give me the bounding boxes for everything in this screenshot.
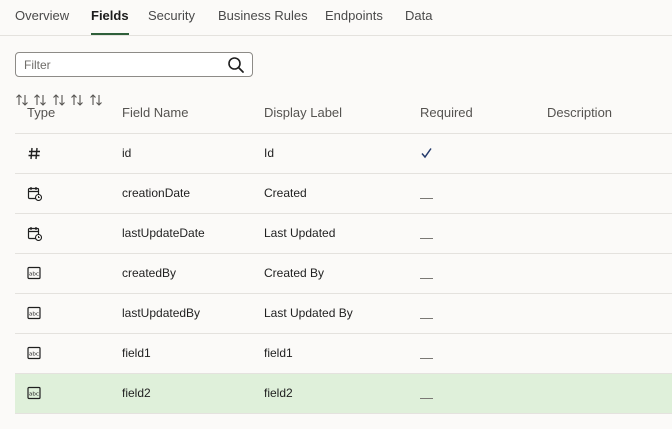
datetime-icon [27, 226, 43, 242]
column-header-type[interactable]: Type [27, 93, 55, 133]
filter-box [15, 52, 253, 77]
svg-text:abc: abc [29, 352, 39, 358]
field-name-cell: creationDate [122, 186, 191, 200]
table-row[interactable]: lastUpdateDate Last Updated [15, 214, 672, 254]
column-header-display-label-label: Display Label [264, 105, 343, 120]
tab-bar: Overview Fields Security Business Rules … [0, 0, 672, 36]
required-cell [420, 294, 440, 333]
required-cell [420, 254, 440, 293]
string-icon: abc [27, 346, 42, 361]
column-header-field-name[interactable]: Field Name [122, 93, 188, 133]
table-row[interactable]: creationDate Created [15, 174, 672, 214]
column-header-display-label[interactable]: Display Label [264, 93, 342, 133]
required-cell [420, 174, 440, 213]
column-header-description-label: Description [547, 105, 613, 120]
required-cell [420, 214, 440, 253]
tab-fields[interactable]: Fields [91, 0, 129, 35]
not-required-dash [420, 358, 433, 359]
svg-text:abc: abc [29, 312, 39, 318]
display-label-cell: Id [264, 146, 275, 160]
field-name-cell: id [122, 146, 132, 160]
search-icon[interactable] [227, 56, 245, 74]
string-icon: abc [27, 386, 42, 401]
display-label-cell: field1 [264, 346, 293, 360]
column-header-type-label: Type [27, 105, 56, 120]
tab-business-rules[interactable]: Business Rules [218, 0, 308, 34]
table-row-selected[interactable]: abc field2 field2 [15, 374, 672, 414]
table-row[interactable]: id Id [15, 134, 672, 174]
column-header-field-name-label: Field Name [122, 105, 189, 120]
table-row[interactable]: abc createdBy Created By [15, 254, 672, 294]
display-label-cell: Last Updated [264, 226, 336, 240]
tab-overview[interactable]: Overview [15, 0, 69, 34]
tab-endpoints[interactable]: Endpoints [325, 0, 383, 34]
not-required-dash [420, 278, 433, 279]
not-required-dash [420, 238, 433, 239]
display-label-cell: field2 [264, 386, 293, 400]
not-required-dash [420, 318, 433, 319]
sort-icon[interactable] [89, 94, 103, 111]
svg-text:abc: abc [29, 392, 39, 398]
display-label-cell: Created [264, 186, 307, 200]
column-header-description[interactable]: Description [547, 93, 612, 133]
sort-icon[interactable] [70, 94, 88, 111]
field-name-cell: field1 [122, 346, 151, 360]
not-required-dash [420, 398, 433, 399]
column-header-required-label: Required [420, 105, 473, 120]
table-header: Type Field Name Display Label Required D… [15, 93, 672, 134]
tab-data[interactable]: Data [405, 0, 432, 34]
field-name-cell: lastUpdateDate [122, 226, 205, 240]
table-row[interactable]: abc lastUpdatedBy Last Updated By [15, 294, 672, 334]
tab-security[interactable]: Security [148, 0, 195, 34]
string-icon: abc [27, 306, 42, 321]
field-name-cell: field2 [122, 386, 151, 400]
svg-text:abc: abc [29, 272, 39, 278]
table-row[interactable]: abc field1 field1 [15, 334, 672, 374]
field-name-cell: lastUpdatedBy [122, 306, 201, 320]
filter-input[interactable] [24, 55, 224, 74]
column-header-required[interactable]: Required [420, 93, 473, 133]
display-label-cell: Last Updated By [264, 306, 353, 320]
field-name-cell: createdBy [122, 266, 177, 280]
required-cell [420, 334, 440, 373]
required-cell [420, 374, 440, 413]
checkmark-icon [420, 146, 433, 159]
display-label-cell: Created By [264, 266, 325, 280]
string-icon: abc [27, 266, 42, 281]
number-icon [27, 146, 42, 161]
required-cell [420, 134, 440, 173]
datetime-icon [27, 186, 43, 202]
not-required-dash [420, 198, 433, 199]
